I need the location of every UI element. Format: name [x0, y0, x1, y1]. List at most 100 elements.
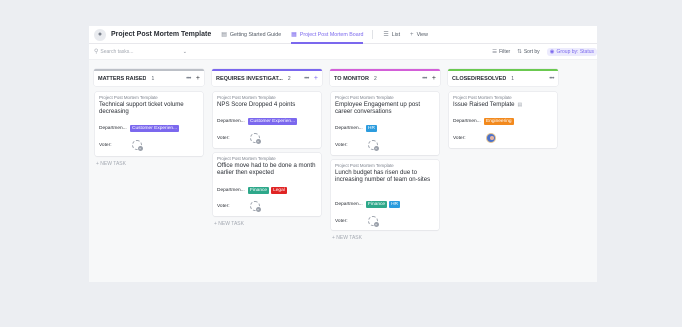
filter-label: Filter	[499, 48, 511, 55]
task-card[interactable]: Project Post Mortem Template Office move…	[213, 153, 321, 216]
field-label: Departmen...	[217, 119, 245, 124]
group-by-button[interactable]: ◉ Group by: Status	[546, 47, 597, 56]
tab-project-post-mortem-board[interactable]: ▦ Project Post Mortem Board	[291, 26, 364, 44]
new-task-button[interactable]: + NEW TASK	[214, 221, 244, 227]
column-header: TO MONITOR 2 ••• +	[330, 69, 440, 86]
more-icon[interactable]: •••	[549, 76, 554, 82]
voter-field: Voter:	[99, 140, 143, 151]
card-title: Employee Engagement up post career conve…	[335, 101, 421, 116]
voter-label: Voter:	[99, 142, 112, 148]
column-count: 2	[287, 75, 291, 82]
tab-getting-started-guide[interactable]: ▤ Getting Started Guide	[221, 26, 281, 44]
card-title: NPS Score Dropped 4 points	[217, 101, 296, 108]
card-list-name: Project Post Mortem Template	[335, 163, 394, 168]
plus-icon[interactable]: +	[432, 75, 436, 82]
voter-field: Voter:	[335, 216, 379, 227]
tab-label: Getting Started Guide	[229, 31, 282, 38]
plus-icon[interactable]: +	[196, 75, 200, 82]
plus-icon[interactable]: +	[314, 75, 318, 82]
column-name: MATTERS RAISED	[98, 75, 147, 82]
department-tag[interactable]: HR	[389, 201, 401, 208]
filter-button[interactable]: ☰ Filter	[492, 49, 510, 55]
card-title: Technical support ticket volume decreasi…	[99, 101, 184, 116]
task-card[interactable]: Project Post Mortem Template Lunch budge…	[331, 160, 439, 230]
search-icon: ⚲	[94, 49, 99, 55]
description-icon: ▤	[517, 102, 523, 108]
tab-label: List	[391, 31, 401, 38]
board: MATTERS RAISED 1 ••• + Project Post Mort…	[89, 60, 597, 282]
add-voter-icon[interactable]	[249, 133, 261, 144]
field-label: Departmen...	[335, 202, 363, 207]
doc-icon: ▤	[221, 32, 227, 38]
view-bar: ● Project Post Mortem Template ▤ Getting…	[89, 26, 597, 44]
group-label: Group by: Status	[556, 48, 594, 55]
add-voter-icon[interactable]	[367, 216, 379, 227]
tab-list[interactable]: ☰ List	[383, 26, 400, 44]
card-title: Issue Raised Template ▤	[453, 101, 553, 109]
add-voter-icon[interactable]	[249, 201, 261, 212]
search-input[interactable]: ⚲ Search tasks... ⌄	[94, 46, 187, 57]
task-card[interactable]: Project Post Mortem Template Employee En…	[331, 92, 439, 155]
department-field: Departmen... Customer Experien...	[99, 125, 181, 132]
more-icon[interactable]: •••	[186, 76, 191, 82]
column-count: 2	[373, 75, 377, 82]
task-card[interactable]: Project Post Mortem Template Issue Raise…	[449, 92, 557, 148]
column-header: MATTERS RAISED 1 ••• +	[94, 69, 204, 86]
page-title: Project Post Mortem Template	[111, 31, 212, 38]
space-icon[interactable]: ●	[94, 28, 106, 41]
voter-label: Voter:	[335, 218, 348, 224]
column-count: 1	[151, 75, 155, 82]
new-task-button[interactable]: + NEW TASK	[332, 235, 362, 241]
sort-label: Sort by	[523, 48, 540, 55]
department-tag[interactable]: Engineering	[484, 118, 514, 125]
list-icon: ☰	[383, 32, 389, 38]
column-name: TO MONITOR	[334, 75, 369, 82]
avatar[interactable]	[485, 133, 496, 143]
department-tag[interactable]: Finance	[366, 201, 388, 208]
task-card[interactable]: Project Post Mortem Template NPS Score D…	[213, 92, 321, 148]
add-view-label: View	[416, 31, 428, 38]
tab-label: Project Post Mortem Board	[299, 31, 364, 38]
voter-label: Voter:	[453, 135, 466, 141]
field-label: Departmen...	[217, 188, 245, 193]
filter-icon: ☰	[492, 48, 498, 55]
card-list-name: Project Post Mortem Template	[217, 95, 276, 100]
card-title: Lunch budget has risen due to increasing…	[335, 169, 431, 184]
search-placeholder: Search tasks...	[100, 48, 134, 55]
new-task-button[interactable]: + NEW TASK	[96, 161, 126, 167]
voter-field: Voter:	[335, 140, 379, 151]
toolbar-actions: ☰ Filter ⇅ Sort by ◉ Group by: Status	[485, 47, 597, 56]
sort-icon: ⇅	[517, 48, 522, 55]
voter-field: Voter:	[217, 201, 261, 212]
department-tag[interactable]: Customer Experien...	[248, 118, 298, 125]
card-list-name: Project Post Mortem Template	[453, 95, 512, 100]
field-label: Departmen...	[335, 126, 363, 131]
more-icon[interactable]: •••	[422, 76, 427, 82]
field-label: Departmen...	[99, 126, 127, 131]
more-icon[interactable]: •••	[304, 76, 309, 82]
column-count: 1	[511, 75, 515, 82]
add-voter-icon[interactable]	[367, 140, 379, 151]
sort-button[interactable]: ⇅ Sort by	[517, 49, 539, 55]
card-list-name: Project Post Mortem Template	[217, 156, 276, 161]
task-card[interactable]: Project Post Mortem Template Technical s…	[95, 92, 203, 156]
department-tag[interactable]: Legal	[271, 187, 287, 194]
add-voter-icon[interactable]	[131, 140, 143, 151]
voter-label: Voter:	[217, 203, 230, 209]
department-tag[interactable]: Customer Experien...	[130, 125, 180, 132]
column-requires-investigation: REQUIRES INVESTIGAT... 2 ••• + Project P…	[212, 69, 322, 227]
group-icon: ◉	[549, 48, 555, 55]
voter-label: Voter:	[335, 142, 348, 148]
department-tag[interactable]: HR	[366, 125, 377, 132]
voter-field: Voter:	[217, 133, 261, 144]
plus-icon: +	[410, 31, 414, 38]
chevron-down-icon[interactable]: ⌄	[183, 49, 187, 55]
card-title: Office move had to be done a month earli…	[217, 162, 316, 177]
card-list-name: Project Post Mortem Template	[99, 95, 158, 100]
department-tag[interactable]: Finance	[248, 187, 270, 194]
voter-field: Voter:	[453, 133, 496, 143]
app-frame: ● Project Post Mortem Template ▤ Getting…	[89, 26, 597, 282]
column-header: REQUIRES INVESTIGAT... 2 ••• +	[212, 69, 322, 86]
department-field: Departmen... HR	[335, 125, 379, 132]
add-view-button[interactable]: + View	[410, 26, 428, 44]
